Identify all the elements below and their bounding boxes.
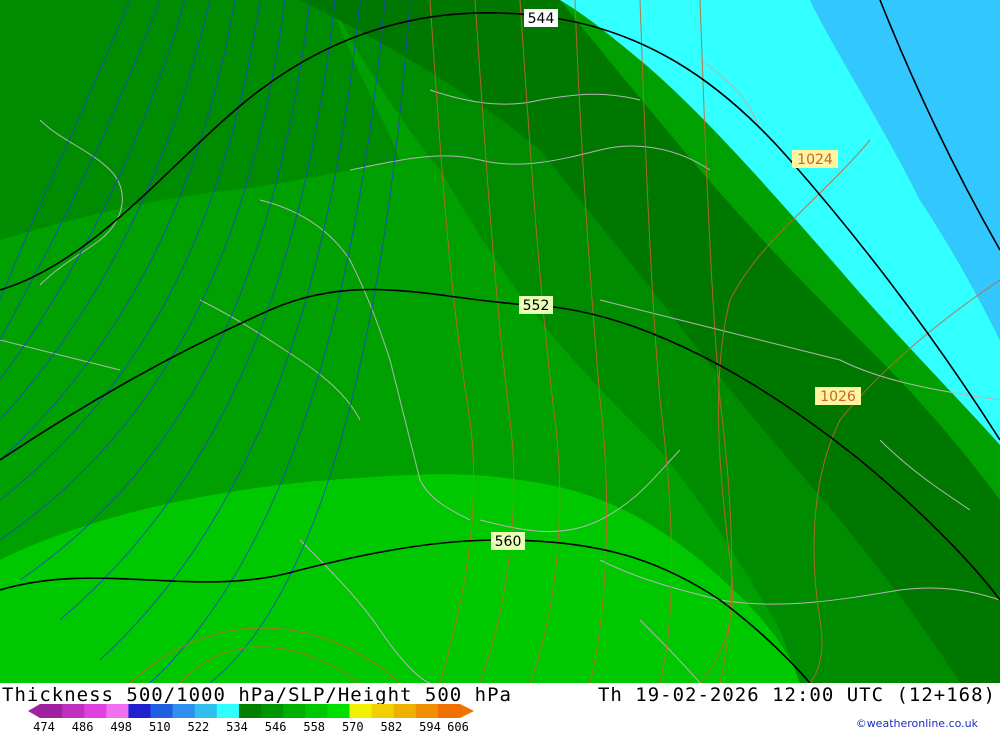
scale-tick-label: 498 xyxy=(110,720,133,734)
valid-time: Th 19-02-2026 12:00 UTC (12+168) xyxy=(597,684,996,706)
thickness-label-560: 560 xyxy=(495,534,522,550)
scale-tick-label: 546 xyxy=(264,720,287,734)
scale-swatch xyxy=(106,704,129,718)
scale-arrow-left xyxy=(28,704,40,718)
scale-swatch xyxy=(437,704,461,718)
scale-swatch xyxy=(349,704,373,718)
footer: Thickness 500/1000 hPa/SLP/Height 500 hP… xyxy=(0,683,1000,734)
scale-tick-label: 474 xyxy=(33,720,55,734)
scale-tick-label: 510 xyxy=(148,720,171,734)
slp-label-1026: 1026 xyxy=(820,389,856,405)
scale-arrow-right xyxy=(460,704,474,718)
scale-swatch xyxy=(84,704,107,718)
scale-tick-label: 522 xyxy=(187,720,210,734)
scale-swatch xyxy=(150,704,174,718)
scale-swatch xyxy=(371,704,395,718)
scale-swatch xyxy=(415,704,439,718)
slp-label-1024: 1024 xyxy=(797,152,833,168)
scale-tick-label: 570 xyxy=(341,720,364,734)
scale-swatch xyxy=(194,704,218,718)
scale-swatch xyxy=(283,704,306,718)
scale-tick-label: 594 xyxy=(419,720,441,734)
scale-swatch xyxy=(216,704,240,718)
chart-title: Thickness 500/1000 hPa/SLP/Height 500 hP… xyxy=(2,684,512,706)
thickness-label-552: 552 xyxy=(523,298,550,314)
credit-text[interactable]: ©weatheronline.co.uk xyxy=(856,717,978,730)
scale-swatch xyxy=(305,704,328,718)
scale-tick-label: 558 xyxy=(303,720,326,734)
thickness-label-544: 544 xyxy=(528,11,555,27)
scale-swatch xyxy=(238,704,262,718)
scale-swatch xyxy=(172,704,196,718)
scale-tick-label: 606 xyxy=(447,720,469,734)
scale-swatch xyxy=(393,704,417,718)
scale-tick-label: 486 xyxy=(71,720,94,734)
weather-map: 544 552 560 1024 1026 xyxy=(0,0,1000,683)
scale-swatch xyxy=(261,704,284,718)
scale-swatch xyxy=(327,704,350,718)
scale-tick-label: 582 xyxy=(380,720,403,734)
scale-swatch xyxy=(128,704,152,718)
scale-tick-label: 534 xyxy=(226,720,248,734)
color-scale-bar xyxy=(28,704,474,718)
scale-swatch xyxy=(40,704,63,718)
scale-swatch xyxy=(62,704,85,718)
